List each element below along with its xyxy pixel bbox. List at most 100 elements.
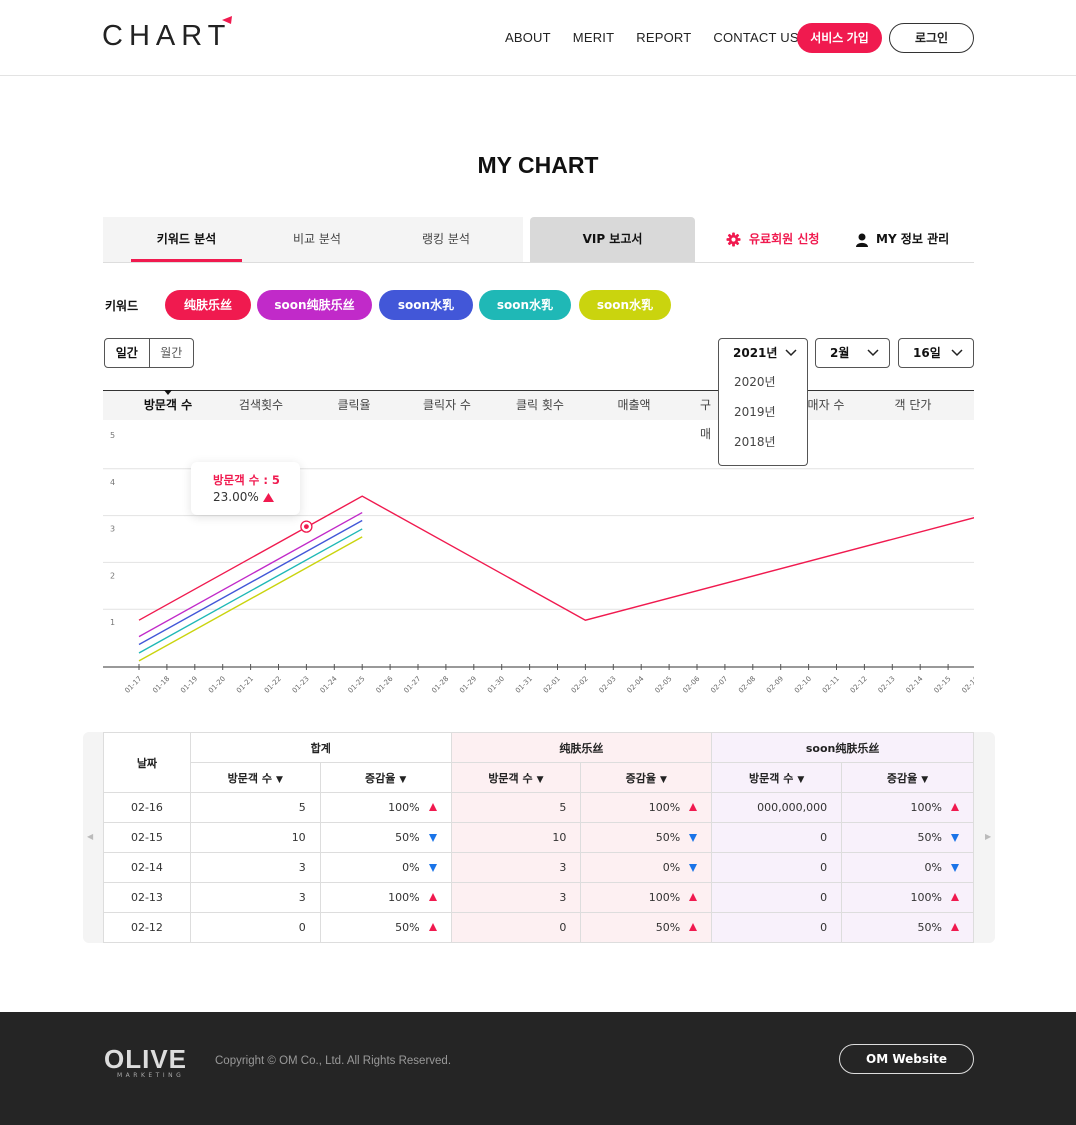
x-tick-label: 01-21 xyxy=(235,675,255,695)
period-monthly-button[interactable]: 월간 xyxy=(150,339,194,367)
olive-logo[interactable]: OLIVE MARKETING xyxy=(104,1046,187,1079)
month-select[interactable]: 2월 xyxy=(815,338,890,368)
series-line-2 xyxy=(138,511,363,638)
cell-value: 0 xyxy=(298,921,306,934)
cell-visitors: 5 xyxy=(189,792,321,823)
metric-visitors[interactable]: 방문객 수 xyxy=(122,391,214,420)
triangle-down-icon xyxy=(689,834,698,842)
cell-value: 50% xyxy=(655,921,681,934)
om-website-button[interactable]: OM Website xyxy=(839,1044,974,1074)
cell-date: 02-13 xyxy=(103,882,191,913)
site-logo[interactable]: CHART xyxy=(102,20,231,53)
day-select[interactable]: 16일 xyxy=(898,338,974,368)
cell-date: 02-16 xyxy=(103,792,191,823)
year-option[interactable]: 2018년 xyxy=(719,427,807,457)
year-option[interactable]: 2020년 xyxy=(719,367,807,397)
series-line-5 xyxy=(138,536,363,662)
x-tick-label: 01-25 xyxy=(347,675,367,695)
sort-rate[interactable]: 증감율 ▼ xyxy=(841,762,974,793)
x-tick-label: 02-10 xyxy=(793,675,813,695)
user-icon xyxy=(856,233,868,247)
cell-value: 10 xyxy=(552,831,567,844)
tab-vip-report[interactable]: VIP 보고서 xyxy=(530,217,695,262)
join-button[interactable]: 서비스 가입 xyxy=(797,23,882,53)
metric-purchases[interactable]: 구매 xyxy=(673,391,711,441)
cell-rate: 0% xyxy=(841,852,974,883)
table-row: 02-14 3 0% 3 0% 0 0% xyxy=(103,852,974,883)
year-option[interactable]: 2019년 xyxy=(719,397,807,427)
day-select-value: 16일 xyxy=(913,346,941,360)
cell-value: 100% xyxy=(910,801,942,814)
x-tick-label: 02-08 xyxy=(737,675,757,695)
year-select[interactable]: 2021년 xyxy=(718,338,808,368)
triangle-up-icon xyxy=(262,492,274,502)
sort-visitors[interactable]: 방문객 수 ▼ xyxy=(711,762,843,793)
x-tick-label: 01-28 xyxy=(430,675,450,695)
table-scroll-right-icon[interactable]: ▶ xyxy=(985,832,991,841)
tab-compare-analysis[interactable]: 비교 분석 xyxy=(267,217,367,262)
cell-value: 100% xyxy=(388,891,420,904)
cell-visitors: 0 xyxy=(189,912,321,943)
metric-sales[interactable]: 매출액 xyxy=(588,391,680,420)
y-tick-label: 4 xyxy=(110,478,115,487)
triangle-up-icon xyxy=(951,893,959,901)
nav-about[interactable]: ABOUT xyxy=(505,30,551,45)
metric-clicks[interactable]: 클릭 횟수 xyxy=(494,391,586,420)
triangle-up-icon xyxy=(951,923,959,931)
x-tick-label: 02-02 xyxy=(570,675,590,695)
x-tick-label: 01-24 xyxy=(319,674,339,694)
metric-unit-price[interactable]: 객 단가 xyxy=(867,391,959,420)
nav-merit[interactable]: MERIT xyxy=(573,30,614,45)
cell-visitors: 10 xyxy=(450,822,582,853)
cell-rate: 0% xyxy=(319,852,452,883)
triangle-up-icon xyxy=(689,893,698,901)
tab-ranking-analysis[interactable]: 랭킹 분석 xyxy=(396,217,496,262)
cell-visitors: 3 xyxy=(450,882,582,913)
site-header: CHART ABOUT MERIT REPORT CONTACT US 서비스 … xyxy=(0,0,1076,76)
keyword-pill-2[interactable]: soon纯肤乐丝 xyxy=(257,290,372,320)
table-body: 02-16 5 100% 5 100% 000,000,000 100% 02-15 10 50%… xyxy=(103,792,974,943)
period-daily-button[interactable]: 일간 xyxy=(105,339,150,367)
x-tick-label: 01-20 xyxy=(207,675,227,695)
cell-visitors: 000,000,000 xyxy=(711,792,843,823)
table-scroll-left-icon[interactable]: ◀ xyxy=(87,832,93,841)
metric-searches[interactable]: 검색횟수 xyxy=(215,391,307,420)
keyword-pill-1[interactable]: 纯肤乐丝 xyxy=(165,290,251,320)
cell-value: 0 xyxy=(820,921,828,934)
table-header-group: 합계 xyxy=(189,732,452,763)
tab-keyword-analysis[interactable]: 키워드 분석 xyxy=(131,217,242,262)
cell-rate: 50% xyxy=(319,822,452,853)
metric-click-rate[interactable]: 클릭율 xyxy=(308,391,400,420)
y-tick-label: 1 xyxy=(110,618,115,627)
cell-rate: 50% xyxy=(841,822,974,853)
cell-visitors: 0 xyxy=(711,822,843,853)
nav-report[interactable]: REPORT xyxy=(636,30,691,45)
cell-value: 02-12 xyxy=(130,921,163,934)
sort-down-icon: ▼ xyxy=(275,774,283,785)
keyword-pill-5[interactable]: soon水乳 xyxy=(579,290,671,320)
x-tick-label: 01-30 xyxy=(486,675,506,695)
sort-visitors[interactable]: 방문객 수 ▼ xyxy=(189,762,321,793)
triangle-up-icon xyxy=(428,923,437,931)
keyword-pill-4[interactable]: soon水乳 xyxy=(479,290,571,320)
sort-down-icon: ▼ xyxy=(399,774,407,785)
copyright: Copyright © OM Co., Ltd. All Rights Rese… xyxy=(215,1055,452,1067)
nav-contact[interactable]: CONTACT US xyxy=(713,30,798,45)
gear-icon xyxy=(726,232,741,247)
series-line-3 xyxy=(138,519,363,646)
sort-visitors[interactable]: 방문객 수 ▼ xyxy=(450,762,582,793)
x-tick-label: 02-13 xyxy=(877,675,897,695)
sort-down-icon: ▼ xyxy=(659,774,667,785)
sort-rate[interactable]: 증감율 ▼ xyxy=(580,762,713,793)
cell-value: 0% xyxy=(662,861,681,874)
paid-member-link[interactable]: 유료회원 신청 xyxy=(726,217,819,262)
my-info-link[interactable]: MY 정보 관리 xyxy=(856,217,949,262)
keyword-pill-3[interactable]: soon水乳 xyxy=(379,290,473,320)
x-tick-label: 01-26 xyxy=(374,674,394,694)
metric-clickers[interactable]: 클릭자 수 xyxy=(401,391,493,420)
login-button[interactable]: 로그인 xyxy=(889,23,974,53)
table-header-group: soon纯肤乐丝 xyxy=(711,732,974,763)
sort-rate[interactable]: 증감율 ▼ xyxy=(319,762,452,793)
cell-rate: 100% xyxy=(580,882,713,913)
cell-value: 100% xyxy=(910,891,942,904)
